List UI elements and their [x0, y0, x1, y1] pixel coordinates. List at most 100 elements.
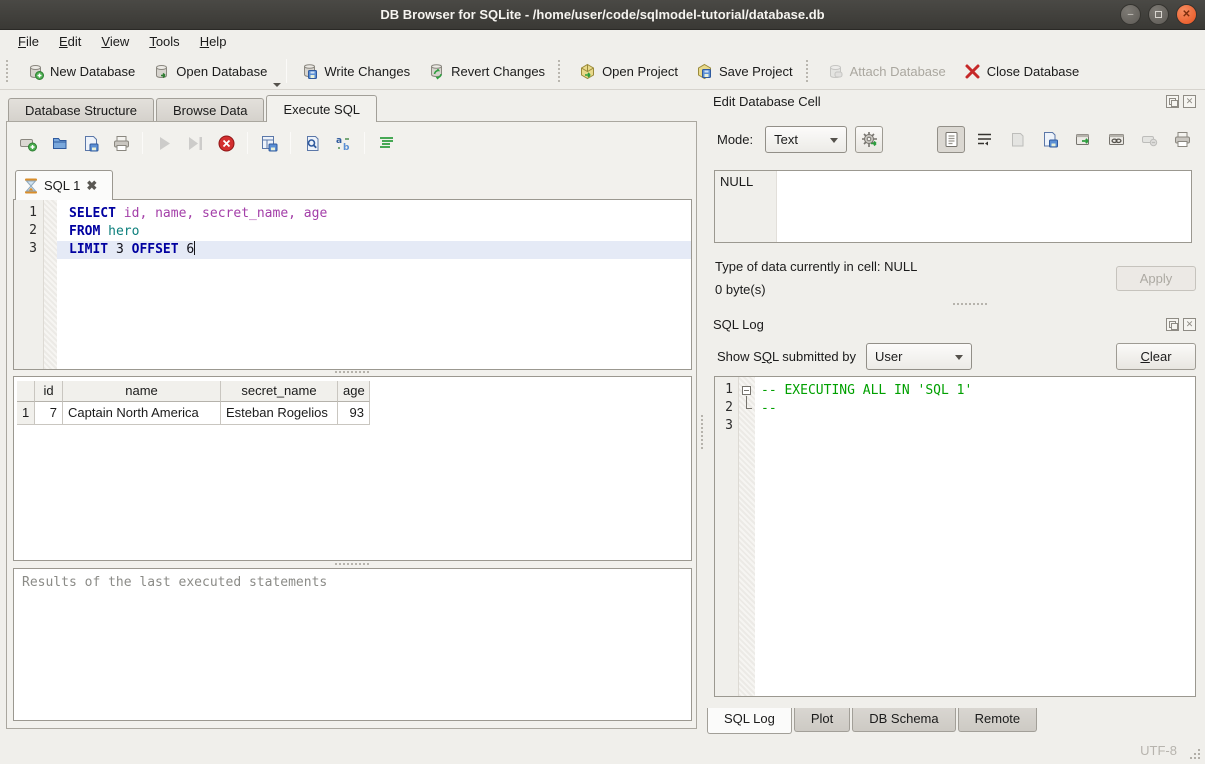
sql-toolbar: ab [15, 129, 399, 157]
sql-tab-label: SQL 1 [44, 178, 80, 193]
set-null-button[interactable] [1135, 126, 1163, 153]
print-cell-button[interactable] [1168, 126, 1196, 153]
window-title: DB Browser for SQLite - /home/user/code/… [380, 7, 824, 22]
copy-link-button[interactable] [1102, 126, 1130, 153]
save-project-icon [696, 63, 713, 80]
column-header-name[interactable]: name [63, 381, 221, 402]
close-panel-icon[interactable]: ✕ [1183, 318, 1196, 331]
apply-button[interactable]: Apply [1116, 266, 1196, 291]
cell-name[interactable]: Captain North America [63, 402, 221, 425]
dock-tab-db-schema[interactable]: DB Schema [852, 708, 955, 732]
menu-tools[interactable]: Tools [139, 32, 189, 51]
auto-switch-mode-button[interactable] [855, 126, 883, 153]
close-button[interactable]: ✕ [1176, 4, 1197, 25]
open-sql-file-button[interactable] [46, 130, 72, 156]
log-fold-margin[interactable] [739, 377, 755, 696]
editor-results-splitter[interactable] [335, 371, 369, 373]
dock-tab-remote[interactable]: Remote [958, 708, 1038, 732]
close-database-button[interactable]: Close Database [955, 59, 1089, 84]
save-sql-file-button[interactable] [77, 130, 103, 156]
open-in-external-app-button[interactable] [1069, 126, 1097, 153]
minimize-button[interactable]: – [1120, 4, 1141, 25]
sql-editor[interactable]: 1 2 3 SELECT id, name, secret_name, age … [13, 199, 692, 370]
cell-id[interactable]: 7 [35, 402, 63, 425]
text-mode-button[interactable] [937, 126, 965, 153]
dock-tab-sql-log[interactable]: SQL Log [707, 708, 792, 734]
execute-all-button[interactable] [151, 130, 177, 156]
attach-database-button[interactable]: Attach Database [818, 59, 955, 84]
play-to-line-icon [186, 134, 205, 153]
stop-icon [217, 134, 236, 153]
float-panel-icon[interactable] [1166, 318, 1179, 331]
dock-tab-plot[interactable]: Plot [794, 708, 850, 732]
print-sql-button[interactable] [108, 130, 134, 156]
tab-database-structure[interactable]: Database Structure [8, 98, 154, 122]
column-header-age[interactable]: age [338, 381, 370, 402]
chevron-down-icon [830, 138, 838, 143]
toolbar-grip[interactable] [558, 60, 566, 82]
replace-button[interactable]: ab [330, 130, 356, 156]
cell-editor-text-area[interactable] [777, 171, 1191, 242]
import-cell-data-button[interactable] [1003, 126, 1031, 153]
menu-view[interactable]: View [91, 32, 139, 51]
status-bar: UTF-8 [0, 735, 1205, 764]
menu-file[interactable]: File [8, 32, 49, 51]
word-wrap-button[interactable] [970, 126, 998, 153]
cell-secret-name[interactable]: Esteban Rogelios [221, 402, 338, 425]
resize-grip[interactable] [1188, 747, 1201, 760]
maximize-button[interactable] [1148, 4, 1169, 25]
tab-execute-sql[interactable]: Execute SQL [266, 95, 377, 122]
clear-log-button[interactable]: Clear [1116, 343, 1196, 370]
stop-execution-button[interactable] [213, 130, 239, 156]
database-open-icon [153, 63, 170, 80]
open-project-button[interactable]: Open Project [570, 59, 687, 84]
close-panel-icon[interactable]: ✕ [1183, 95, 1196, 108]
set-null-icon [1140, 130, 1159, 149]
tab-browse-data[interactable]: Browse Data [156, 98, 264, 122]
save-results-icon [260, 134, 279, 153]
gear-icon [860, 130, 879, 149]
close-sql-tab-icon[interactable]: ✖ [86, 178, 97, 194]
toolbar-grip[interactable] [6, 60, 14, 82]
new-sql-tab-button[interactable] [15, 130, 41, 156]
cell-type-info: Type of data currently in cell: NULL [715, 259, 1115, 274]
fold-collapse-icon[interactable] [742, 386, 751, 395]
window-controls: – ✕ [1120, 4, 1197, 25]
open-database-dropdown[interactable] [273, 83, 281, 87]
format-sql-button[interactable] [373, 130, 399, 156]
float-panel-icon[interactable] [1166, 95, 1179, 108]
menu-edit[interactable]: Edit [49, 32, 91, 51]
results-header-row: id name secret_name age [17, 381, 370, 402]
export-cell-data-button[interactable] [1036, 126, 1064, 153]
column-header-id[interactable]: id [35, 381, 63, 402]
cell-value: NULL [720, 174, 753, 189]
find-button[interactable] [299, 130, 325, 156]
sql-tab-sql1[interactable]: SQL 1 ✖ [15, 170, 113, 200]
toolbar-grip[interactable] [806, 60, 814, 82]
revert-changes-button[interactable]: Revert Changes [419, 59, 554, 84]
results-message-splitter[interactable] [335, 563, 369, 565]
cell-value-editor[interactable]: NULL [714, 170, 1192, 243]
new-database-button[interactable]: New Database [18, 59, 144, 84]
dock-splitter[interactable] [953, 303, 987, 305]
column-header-secret-name[interactable]: secret_name [221, 381, 338, 402]
menu-help[interactable]: Help [190, 32, 237, 51]
edit-cell-dock-header: Edit Database Cell ✕ [713, 92, 1196, 110]
row-header[interactable]: 1 [17, 402, 35, 425]
main-vertical-splitter[interactable] [701, 415, 703, 449]
mode-combobox[interactable]: Text [765, 126, 847, 153]
execute-current-line-button[interactable] [182, 130, 208, 156]
cell-age[interactable]: 93 [338, 402, 370, 425]
submitted-by-combobox[interactable]: User [866, 343, 972, 370]
sql-log-dock-header: SQL Log ✕ [713, 315, 1196, 333]
save-results-button[interactable] [256, 130, 282, 156]
sql-text-area[interactable]: SELECT id, name, secret_name, age FROM h… [57, 200, 691, 369]
close-database-icon [964, 63, 981, 80]
open-database-button[interactable]: Open Database [144, 59, 276, 84]
corner-header[interactable] [17, 381, 35, 402]
submitted-by-value: User [875, 349, 902, 364]
save-project-button[interactable]: Save Project [687, 59, 802, 84]
table-row[interactable]: 1 7 Captain North America Esteban Rogeli… [17, 402, 370, 425]
main-toolbar: New Database Open Database Write Changes… [0, 53, 1205, 90]
write-changes-button[interactable]: Write Changes [292, 59, 419, 84]
